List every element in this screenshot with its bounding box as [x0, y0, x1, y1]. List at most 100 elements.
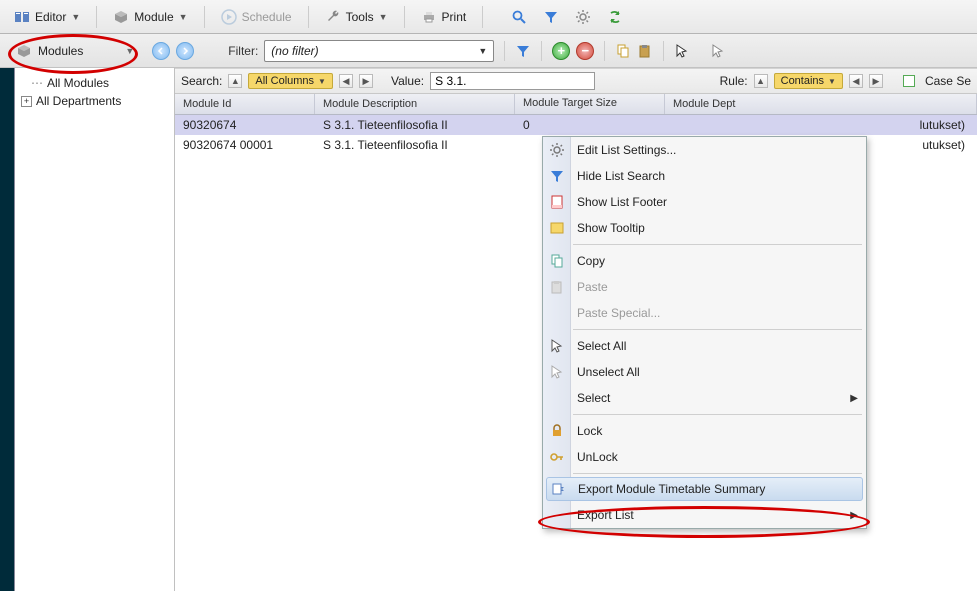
menu-label: Unselect All: [577, 365, 640, 379]
funnel-icon: [549, 168, 565, 184]
menu-label: Copy: [577, 254, 605, 268]
modules-label: Modules: [38, 44, 83, 58]
caret-icon: ▼: [478, 46, 487, 56]
columns-label: All Columns: [255, 75, 314, 87]
menu-hide-list-search[interactable]: Hide List Search: [543, 163, 866, 189]
menu-paste-special: Paste Special...: [543, 300, 866, 326]
caret-icon[interactable]: ▼: [125, 46, 134, 56]
menu-label: Paste: [577, 280, 608, 294]
cursor-icon: [549, 364, 565, 380]
play-icon: [221, 9, 237, 25]
filter-dropdown[interactable]: (no filter) ▼: [264, 40, 494, 62]
menu-label: Export List: [577, 508, 634, 522]
schedule-button: Schedule: [213, 5, 300, 29]
box-icon: [113, 9, 129, 25]
menu-edit-list-settings[interactable]: Edit List Settings...: [543, 137, 866, 163]
case-checkbox[interactable]: [903, 75, 915, 87]
menu-label: UnLock: [577, 450, 618, 464]
context-menu: Edit List Settings... Hide List Search S…: [542, 136, 867, 529]
menu-unlock[interactable]: UnLock: [543, 444, 866, 470]
tree-label: All Modules: [47, 76, 109, 90]
remove-icon[interactable]: −: [576, 42, 594, 60]
gear-icon: [549, 142, 565, 158]
tree-item-all-modules[interactable]: ⋯ All Modules: [19, 74, 170, 92]
expand-icon[interactable]: +: [21, 96, 32, 107]
cell-desc: S 3.1. Tieteenfilosofia II: [315, 118, 515, 132]
nav-fwd-icon[interactable]: [176, 42, 194, 60]
submenu-arrow-icon: ▶: [850, 510, 858, 521]
table-header: Module Id Module Description Module Targ…: [175, 94, 977, 115]
menu-separator: [573, 329, 862, 330]
copy-icon: [549, 253, 565, 269]
print-button[interactable]: Print: [413, 5, 475, 29]
rule-pill[interactable]: Contains ▼: [774, 73, 843, 89]
cursor-icon[interactable]: [674, 43, 690, 59]
print-label: Print: [442, 10, 467, 24]
menu-label: Export Module Timetable Summary: [578, 482, 765, 496]
separator: [604, 41, 605, 61]
rule-value: Contains: [781, 75, 824, 87]
separator: [308, 6, 309, 28]
menu-copy[interactable]: Copy: [543, 248, 866, 274]
tri-up-icon[interactable]: ▲: [228, 74, 242, 88]
col-header-size[interactable]: Module Target Size: [515, 94, 665, 114]
search-icon[interactable]: [511, 9, 527, 25]
tree-item-all-departments[interactable]: + All Departments: [19, 92, 170, 110]
menu-label: Show Tooltip: [577, 221, 645, 235]
menu-label: Lock: [577, 424, 602, 438]
list-search-bar: Search: ▲ All Columns ▼ ◀ ▶ Value: Rule:…: [175, 68, 977, 94]
refresh-icon[interactable]: [607, 9, 623, 25]
separator: [96, 6, 97, 28]
caret-icon: ▼: [828, 77, 836, 86]
menu-label: Edit List Settings...: [577, 143, 676, 157]
menu-export-timetable-summary[interactable]: Export Module Timetable Summary: [546, 477, 863, 501]
sub-toolbar: Modules ▼ Filter: (no filter) ▼ + −: [0, 34, 977, 68]
add-icon[interactable]: +: [552, 42, 570, 60]
editor-menu[interactable]: Editor ▼: [6, 5, 88, 29]
modules-menu[interactable]: Modules: [6, 39, 93, 63]
module-menu[interactable]: Module ▼: [105, 5, 195, 29]
col-header-desc[interactable]: Module Description: [315, 94, 515, 114]
menu-label: Paste Special...: [577, 306, 660, 320]
cell-desc: S 3.1. Tieteenfilosofia II: [315, 138, 515, 152]
cursor-icon[interactable]: [710, 43, 726, 59]
printer-icon: [421, 9, 437, 25]
copy-icon[interactable]: [615, 43, 631, 59]
funnel-icon[interactable]: [543, 9, 559, 25]
nav-back-icon[interactable]: [152, 42, 170, 60]
prev-icon[interactable]: ◀: [849, 74, 863, 88]
menu-export-list-submenu[interactable]: Export List ▶: [543, 502, 866, 528]
caret-icon: ▼: [179, 12, 188, 22]
menu-label: Hide List Search: [577, 169, 665, 183]
col-header-id[interactable]: Module Id: [175, 94, 315, 114]
editor-label: Editor: [35, 10, 66, 24]
menu-unselect-all[interactable]: Unselect All: [543, 359, 866, 385]
search-input[interactable]: [430, 72, 595, 90]
tri-up-icon[interactable]: ▲: [754, 74, 768, 88]
funnel-icon[interactable]: [515, 43, 531, 59]
tools-label: Tools: [346, 10, 374, 24]
key-icon: [549, 449, 565, 465]
table-row[interactable]: 90320674 S 3.1. Tieteenfilosofia II 0 lu…: [175, 115, 977, 135]
note-icon: [549, 220, 565, 236]
menu-lock[interactable]: Lock: [543, 418, 866, 444]
menu-separator: [573, 244, 862, 245]
columns-pill[interactable]: All Columns ▼: [248, 73, 333, 89]
prev-icon[interactable]: ◀: [339, 74, 353, 88]
col-header-dept[interactable]: Module Dept: [665, 94, 977, 114]
box-icon: [16, 43, 32, 59]
menu-separator: [573, 473, 862, 474]
next-icon[interactable]: ▶: [869, 74, 883, 88]
menu-show-tooltip[interactable]: Show Tooltip: [543, 215, 866, 241]
separator: [204, 6, 205, 28]
next-icon[interactable]: ▶: [359, 74, 373, 88]
paste-icon[interactable]: [637, 43, 653, 59]
filter-label: Filter:: [228, 44, 258, 58]
menu-select-submenu[interactable]: Select ▶: [543, 385, 866, 411]
separator: [404, 6, 405, 28]
gear-icon[interactable]: [575, 9, 591, 25]
menu-select-all[interactable]: Select All: [543, 333, 866, 359]
wrench-icon: [325, 9, 341, 25]
tools-menu[interactable]: Tools ▼: [317, 5, 396, 29]
menu-show-list-footer[interactable]: Show List Footer: [543, 189, 866, 215]
